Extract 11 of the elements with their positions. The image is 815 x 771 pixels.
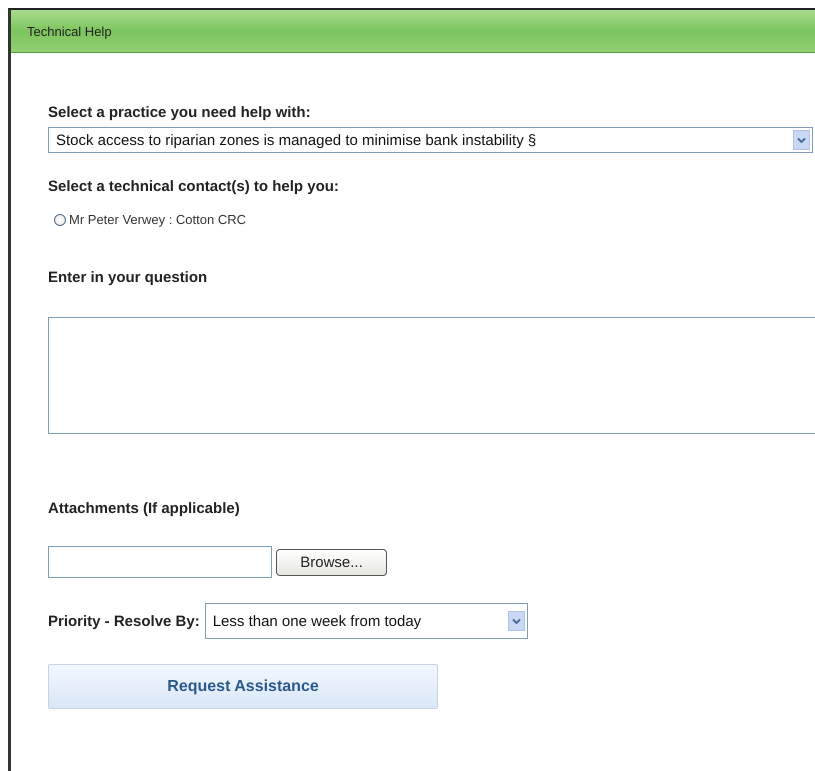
field-label: Select a practice you need help with:	[48, 104, 312, 121]
priority-dropdown[interactable]: Less than one week from today	[204, 603, 528, 639]
browse-button[interactable]: Browse...	[276, 548, 387, 576]
field-label: Select a technical contact(s) to help you:	[48, 178, 340, 195]
panel-title: Technical Help	[27, 24, 112, 38]
practice-dropdown[interactable]: Stock access to riparian zones is managed to minimise bank instability §	[48, 127, 813, 153]
field-label: Priority - Resolve By:	[48, 612, 200, 630]
field-label: Enter in your question	[48, 269, 208, 286]
radio-label[interactable]: Mr Peter Verwey : Cotton CRC	[69, 212, 246, 227]
request-assistance-button[interactable]: Request Assistance	[48, 664, 438, 709]
field-label: Attachments (If applicable)	[48, 500, 241, 517]
